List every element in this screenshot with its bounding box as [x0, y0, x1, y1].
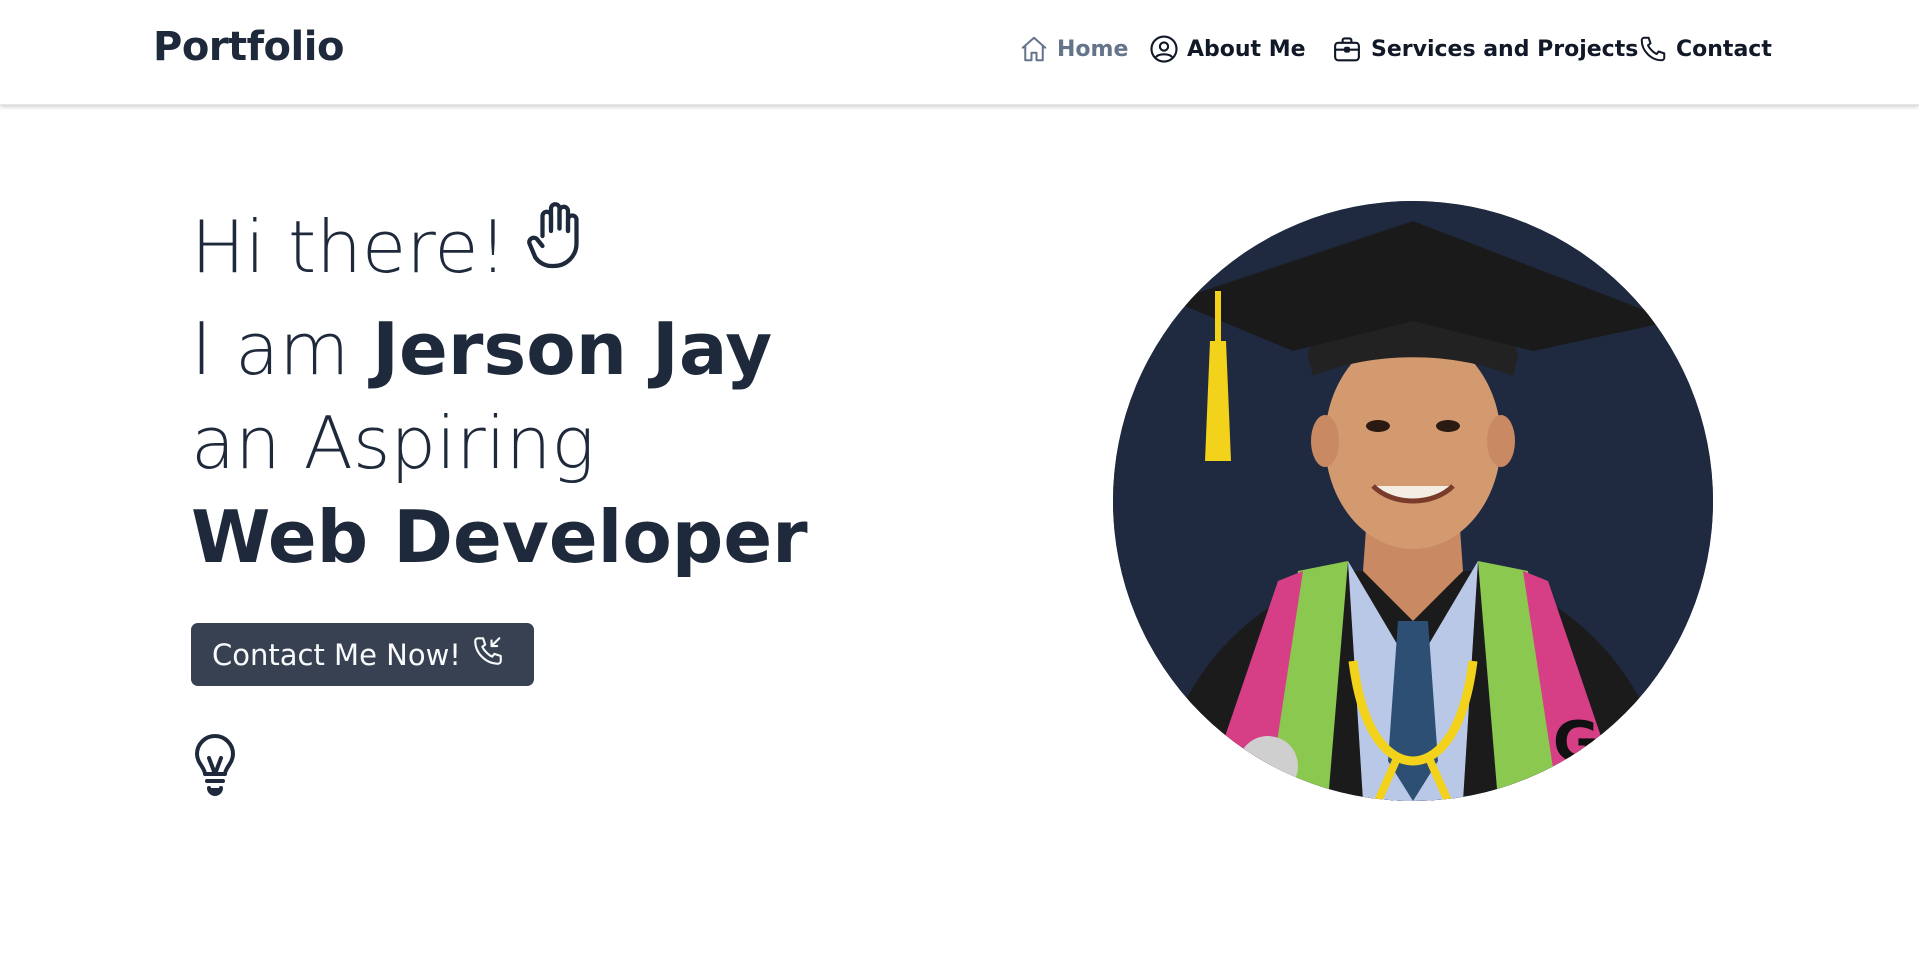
nav-item-services-label: Services and Projects	[1371, 36, 1639, 62]
hero-greeting: Hi there!	[191, 205, 508, 289]
contact-me-button-label: Contact Me Now!	[212, 637, 461, 672]
user-circle-icon	[1149, 34, 1179, 64]
contact-me-button[interactable]: Contact Me Now!	[191, 623, 534, 686]
top-navbar: Portfolio Home About Me Services and Pro…	[0, 0, 1919, 105]
hero-role-prefix: an Aspiring	[191, 400, 595, 485]
svg-text:G: G	[1553, 710, 1599, 775]
nav-item-home[interactable]: Home	[1019, 31, 1128, 67]
hero-name: Jerson Jay	[372, 306, 773, 391]
hero-name-prefix: I am	[191, 306, 373, 391]
briefcase-icon	[1331, 34, 1363, 64]
nav-item-home-label: Home	[1057, 36, 1129, 62]
brand-title[interactable]: Portfolio	[153, 27, 344, 67]
nav-item-about-me-label: About Me	[1187, 36, 1306, 62]
profile-photo: G	[1113, 201, 1713, 801]
hero-role: Web Developer	[191, 494, 808, 579]
nav-item-about-me[interactable]: About Me	[1149, 31, 1306, 67]
hero-name-line: I am Jerson Jay	[191, 302, 951, 396]
hero-intro: Hi there! I am Jerson Jay an Aspiring We…	[191, 200, 951, 584]
phone-incoming-icon	[471, 634, 505, 675]
hero-greeting-line: Hi there!	[191, 200, 951, 302]
lightbulb-icon	[191, 734, 239, 802]
nav-item-contact[interactable]: Contact	[1638, 31, 1772, 67]
phone-icon	[1638, 34, 1668, 64]
nav-item-contact-label: Contact	[1676, 36, 1772, 62]
home-icon	[1019, 34, 1049, 64]
hand-wave-icon	[525, 198, 585, 296]
nav-item-services-and-projects[interactable]: Services and Projects	[1331, 31, 1638, 67]
